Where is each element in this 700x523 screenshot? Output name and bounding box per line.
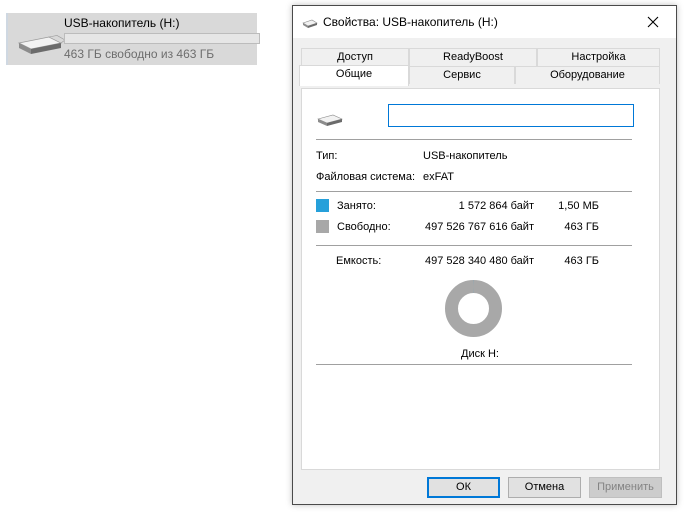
usb-drive-icon: [17, 35, 65, 54]
free-space-ring: [445, 280, 502, 337]
capacity-label: Емкость:: [336, 255, 382, 267]
disk-label: Диск H:: [461, 348, 499, 360]
filesystem-value: exFAT: [423, 171, 454, 183]
type-label: Тип:: [316, 150, 338, 162]
ok-button[interactable]: ОК: [427, 477, 500, 498]
capacity-bytes: 497 528 340 480 байт: [425, 255, 534, 267]
apply-button[interactable]: Применить: [589, 477, 662, 498]
divider: [316, 364, 632, 365]
tab-general[interactable]: Общие: [299, 65, 409, 86]
tab-tools[interactable]: Сервис: [409, 66, 515, 84]
used-label: Занято:: [337, 200, 376, 212]
title-bar[interactable]: Свойства: USB-накопитель (H:): [293, 6, 676, 38]
free-size: 463 ГБ: [564, 221, 599, 233]
used-bytes: 1 572 864 байт: [458, 200, 534, 212]
drive-usage-bar: [64, 33, 260, 44]
close-icon: [647, 16, 659, 28]
used-space-swatch: [316, 199, 329, 212]
drive-free-text: 463 ГБ свободно из 463 ГБ: [64, 47, 215, 61]
tab-hardware[interactable]: Оборудование: [515, 66, 660, 84]
capacity-size: 463 ГБ: [564, 255, 599, 267]
divider: [316, 139, 632, 140]
tab-readyboost[interactable]: ReadyBoost: [409, 48, 537, 66]
filesystem-label: Файловая система:: [316, 171, 416, 183]
properties-dialog: Свойства: USB-накопитель (H:) Доступ Rea…: [292, 5, 677, 505]
used-size: 1,50 МБ: [558, 200, 599, 212]
volume-label-input[interactable]: [388, 104, 634, 127]
usb-drive-icon: [302, 19, 318, 28]
tab-settings[interactable]: Настройка: [537, 48, 660, 66]
divider: [316, 245, 632, 246]
disk-usage-donut: [445, 280, 502, 337]
free-space-swatch: [316, 220, 329, 233]
close-button[interactable]: [630, 6, 676, 38]
type-value: USB-накопитель: [423, 150, 508, 162]
free-bytes: 497 526 767 616 байт: [425, 221, 534, 233]
usb-drive-icon: [317, 114, 343, 126]
explorer-drive-tile[interactable]: USB-накопитель (H:) 463 ГБ свободно из 4…: [6, 13, 260, 65]
drive-name: USB-накопитель (H:): [64, 16, 180, 30]
general-tab-panel: Тип: USB-накопитель Файловая система: ex…: [301, 88, 660, 470]
free-label: Свободно:: [337, 221, 391, 233]
cancel-button[interactable]: Отмена: [508, 477, 581, 498]
divider: [316, 191, 632, 192]
dialog-title: Свойства: USB-накопитель (H:): [323, 15, 498, 29]
tab-access[interactable]: Доступ: [301, 48, 409, 66]
